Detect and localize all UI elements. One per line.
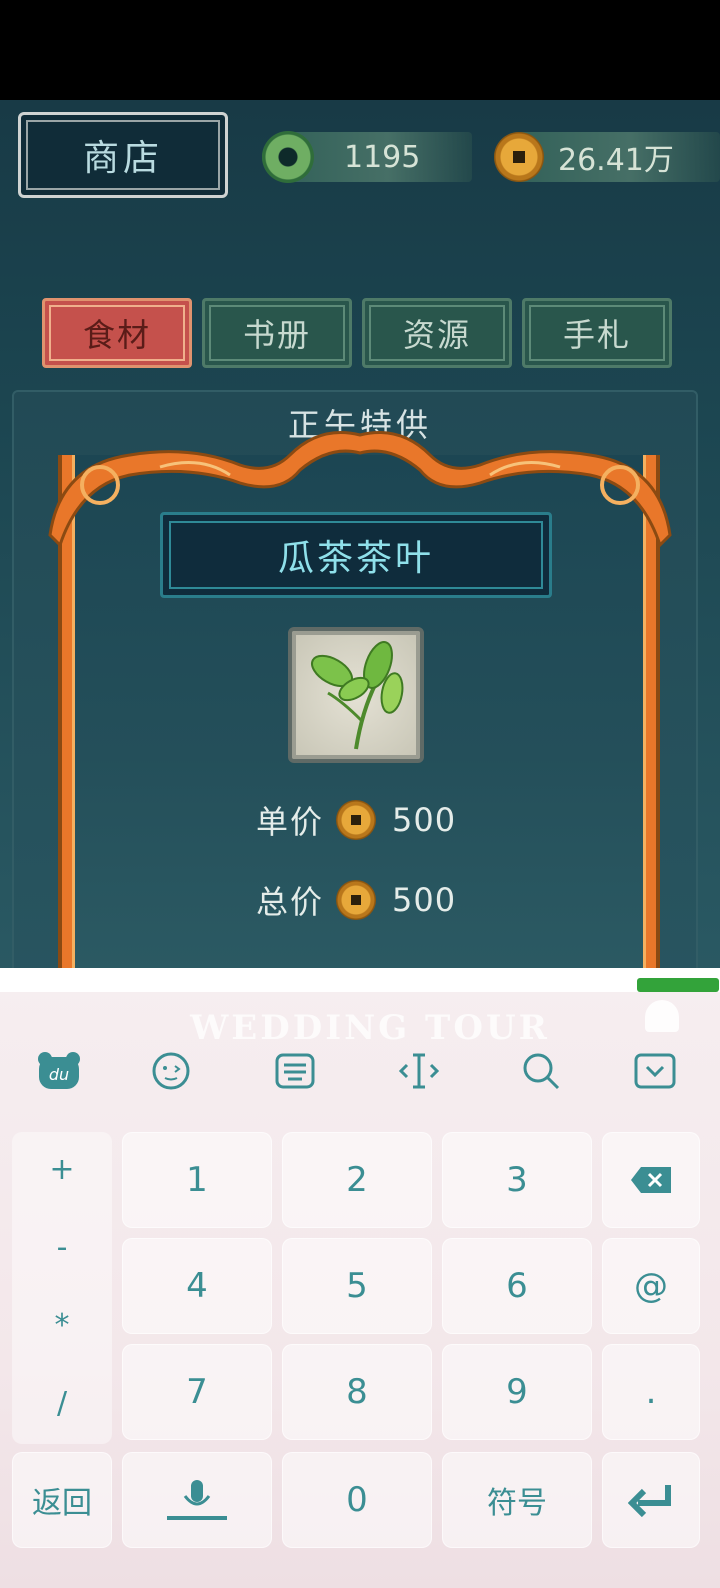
enter-icon <box>628 1485 671 1517</box>
key-5[interactable]: 5 <box>282 1238 432 1334</box>
unit-price-row: 单价 500 <box>256 795 496 845</box>
keyboard-top-bar <box>0 968 720 992</box>
shop-title: 商店 <box>18 112 228 198</box>
minus-key[interactable]: - <box>12 1230 112 1265</box>
key-2[interactable]: 2 <box>282 1132 432 1228</box>
key-7[interactable]: 7 <box>122 1344 272 1440</box>
total-price-label: 总价 <box>256 883 325 921</box>
symbol-column[interactable]: + - * / <box>12 1132 112 1444</box>
tab-label: 手札 <box>562 316 631 354</box>
voice-key[interactable] <box>122 1452 272 1548</box>
back-key[interactable]: 返回 <box>12 1452 112 1548</box>
coin-amount: 26.41万 <box>558 143 674 178</box>
svg-text:du: du <box>49 1065 69 1084</box>
microphone-icon <box>167 1480 227 1520</box>
lock-icon[interactable] <box>645 1000 679 1032</box>
tab-notes[interactable]: 手札 <box>522 298 672 368</box>
tab-resources[interactable]: 资源 <box>362 298 512 368</box>
shop-title-text: 商店 <box>82 138 163 179</box>
jade-counter[interactable]: 1195 <box>262 131 472 183</box>
coin-icon <box>336 800 377 840</box>
tea-leaf-icon <box>311 641 404 750</box>
item-name-banner: 瓜茶茶叶 <box>160 512 552 598</box>
key-1[interactable]: 1 <box>122 1132 272 1228</box>
tab-label: 食材 <box>82 316 151 354</box>
at-key[interactable]: @ <box>602 1238 700 1334</box>
key-4[interactable]: 4 <box>122 1238 272 1334</box>
enter-key[interactable] <box>602 1452 700 1548</box>
key-8[interactable]: 8 <box>282 1344 432 1440</box>
key-9[interactable]: 9 <box>442 1344 592 1440</box>
unit-price-label: 单价 <box>256 803 325 841</box>
category-tabs: 食材 书册 资源 手札 <box>42 298 672 368</box>
divide-key[interactable]: / <box>12 1386 112 1421</box>
symbols-key[interactable]: 符号 <box>442 1452 592 1548</box>
plus-key[interactable]: + <box>12 1152 112 1187</box>
numeric-keyboard: WEDDING TOUR du + - * / 1 2 3 4 5 6 @ 7 … <box>0 968 720 1588</box>
tab-ingredients[interactable]: 食材 <box>42 298 192 368</box>
backspace-icon <box>631 1167 671 1193</box>
game-screen: 商店 1195 26.41万 食材 书册 资源 手札 正午特供 瓜茶茶叶 单价 … <box>0 0 720 980</box>
coin-icon <box>336 880 377 920</box>
key-6[interactable]: 6 <box>442 1238 592 1334</box>
tab-label: 书册 <box>242 316 311 354</box>
du-logo-icon[interactable]: du <box>36 1048 82 1094</box>
keyboard-skin-watermark: WEDDING TOUR <box>190 1008 550 1048</box>
input-indicator <box>637 978 719 992</box>
search-icon[interactable] <box>518 1048 564 1094</box>
total-price-value: 500 <box>392 881 457 919</box>
jade-amount: 1195 <box>344 139 421 175</box>
key-0[interactable]: 0 <box>282 1452 432 1548</box>
tab-books[interactable]: 书册 <box>202 298 352 368</box>
coin-icon <box>494 132 544 182</box>
backspace-key[interactable] <box>602 1132 700 1228</box>
cursor-icon[interactable] <box>396 1048 442 1094</box>
key-3[interactable]: 3 <box>442 1132 592 1228</box>
keyboard-toolbar: du <box>0 1048 720 1110</box>
total-price-row: 总价 500 <box>256 875 496 925</box>
item-slot[interactable] <box>288 627 424 763</box>
jade-icon <box>262 131 314 183</box>
unit-price-value: 500 <box>392 801 457 839</box>
keyboard-switch-icon[interactable] <box>272 1048 318 1094</box>
tab-label: 资源 <box>402 316 471 354</box>
hide-keyboard-icon[interactable] <box>632 1048 678 1094</box>
dot-key[interactable]: . <box>602 1344 700 1440</box>
item-name: 瓜茶茶叶 <box>277 538 434 579</box>
emoji-icon[interactable] <box>148 1048 194 1094</box>
multiply-key[interactable]: * <box>12 1308 112 1343</box>
coin-counter[interactable]: 26.41万 <box>494 132 720 182</box>
